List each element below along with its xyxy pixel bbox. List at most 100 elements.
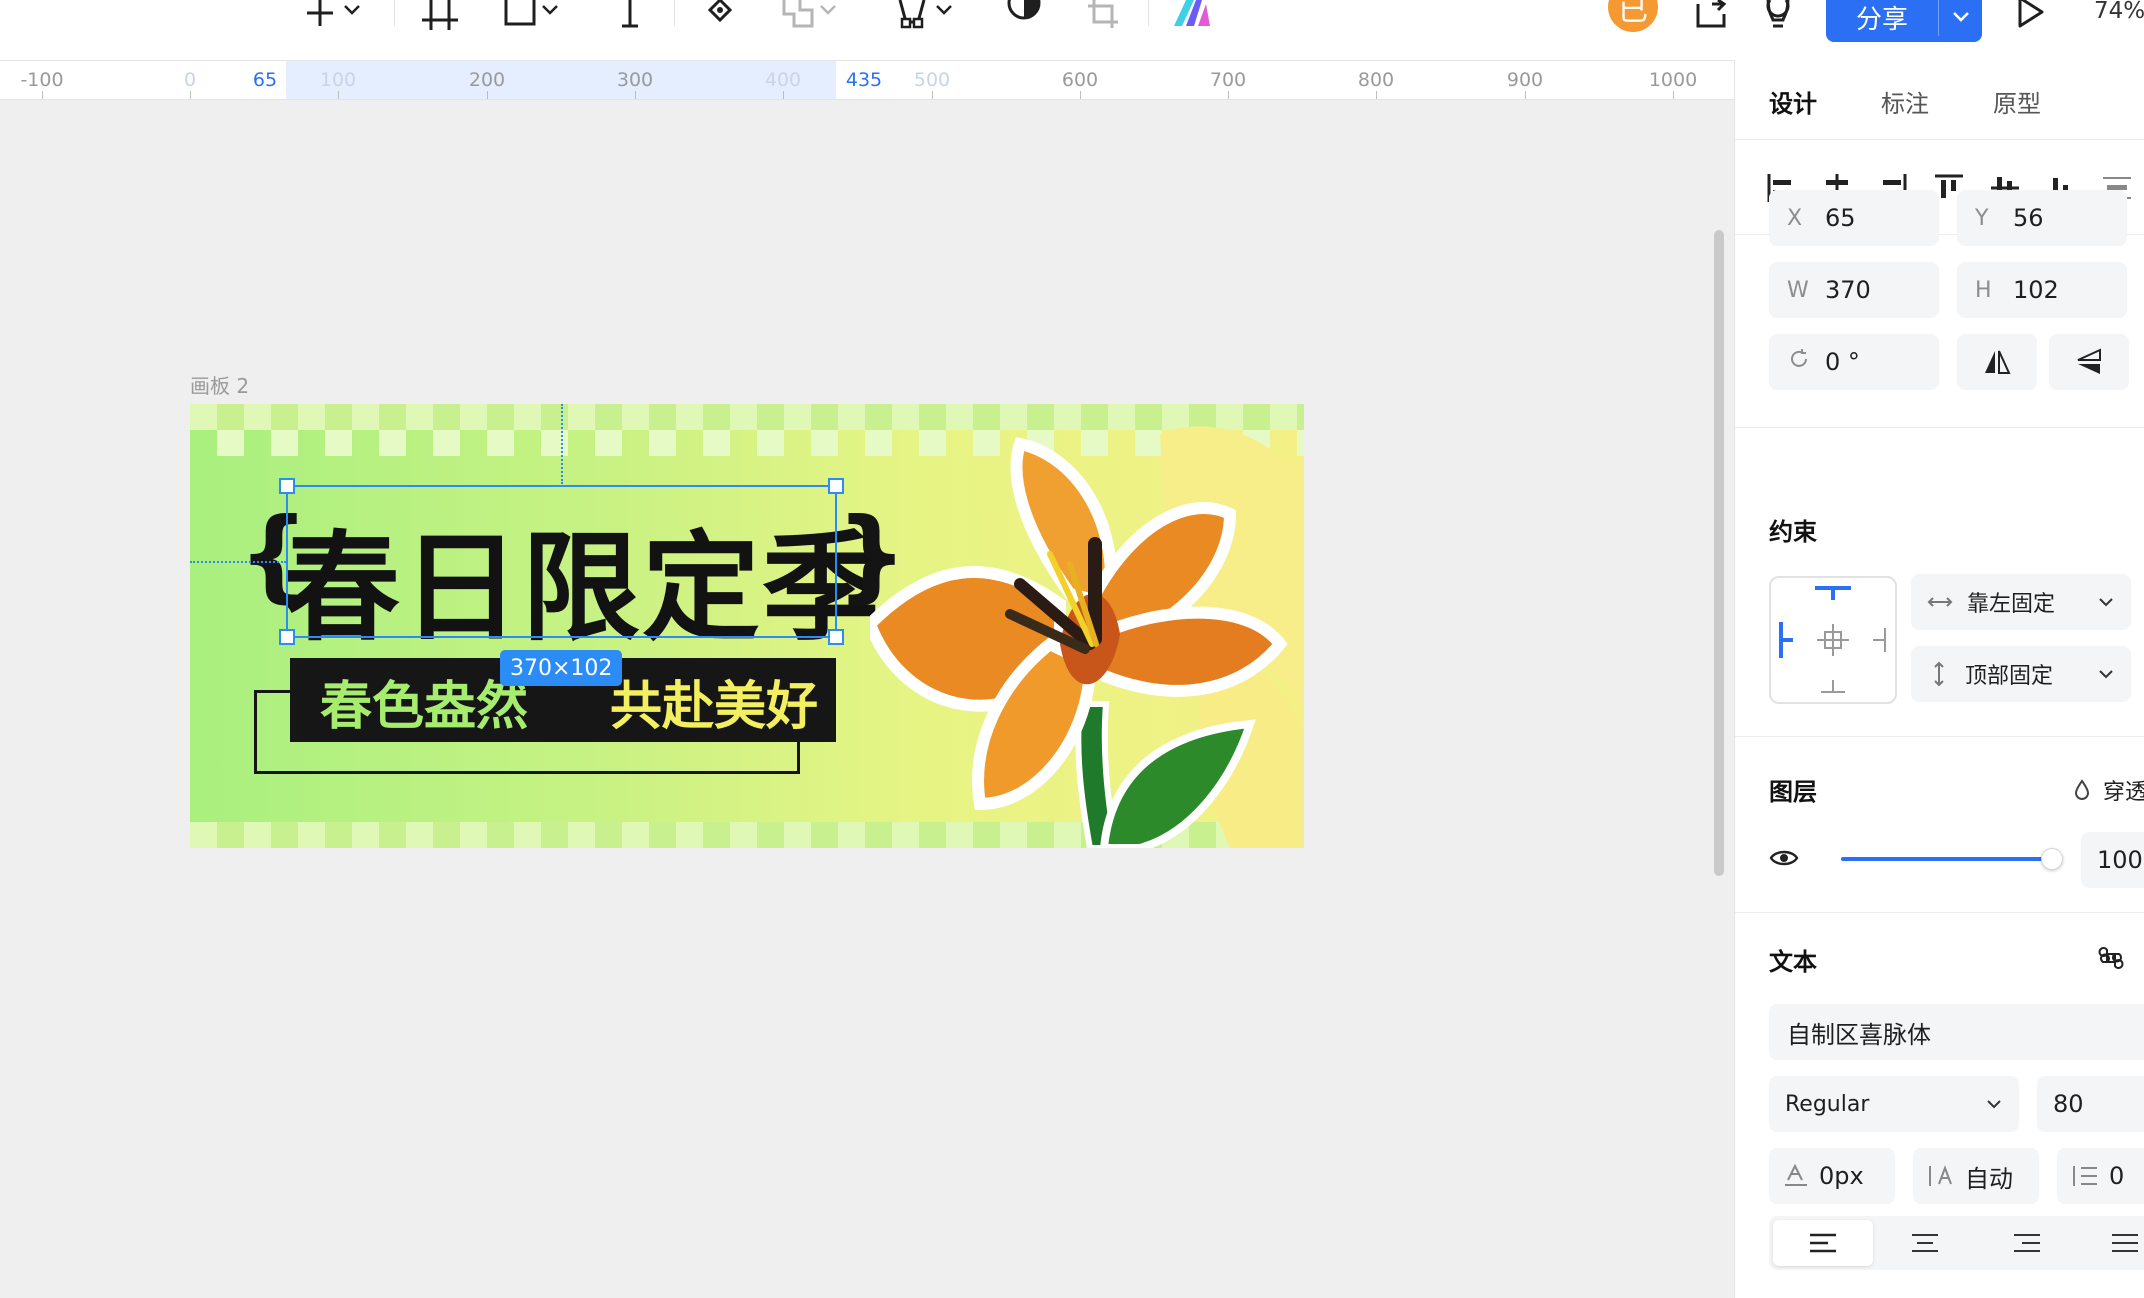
letter-spacing-field[interactable]: 0px: [1769, 1148, 1895, 1204]
vertical-constraint-dropdown[interactable]: 顶部固定: [1911, 646, 2131, 702]
vector-tool-button[interactable]: [892, 0, 956, 30]
line-height-field[interactable]: 自动: [1913, 1148, 2039, 1204]
resize-handle-top-left[interactable]: [279, 478, 295, 494]
shape-tool-button[interactable]: [502, 0, 562, 30]
chevron-down-icon: [1952, 12, 1969, 22]
inspiration-button[interactable]: [1760, 0, 1796, 30]
blend-mode-dropdown[interactable]: 穿透: [2073, 774, 2144, 806]
font-family-value[interactable]: 自制区喜脉体: [1787, 1015, 1931, 1050]
panel-tabs: 设计 标注 原型: [1735, 60, 2144, 140]
lily-flower-illustration[interactable]: [870, 404, 1304, 848]
ruler-tick: 400: [764, 69, 802, 91]
half-circle-icon: [1007, 0, 1041, 20]
chevron-down-icon: [2099, 670, 2113, 679]
font-family-field[interactable]: 自制区喜脉体: [1769, 1004, 2144, 1060]
artboard-label[interactable]: 画板 2: [190, 370, 249, 399]
tab-annotation[interactable]: 标注: [1881, 84, 1929, 119]
y-position-field[interactable]: Y 56: [1957, 190, 2127, 246]
x-value[interactable]: 65: [1825, 204, 1856, 232]
rotation-field[interactable]: 0 °: [1769, 334, 1939, 390]
flip-vertical-button[interactable]: [2049, 334, 2129, 390]
h-value[interactable]: 102: [2013, 276, 2059, 304]
export-button[interactable]: [1694, 0, 1730, 30]
text-align-control: [1769, 1216, 2144, 1270]
constraint-widget[interactable]: [1769, 576, 1897, 704]
text-align-justify-icon: [2112, 1234, 2138, 1252]
ruler-tick: 600: [1061, 69, 1099, 91]
share-button[interactable]: 分享: [1826, 0, 1982, 42]
text-align-center-button[interactable]: [1875, 1220, 1975, 1266]
horizontal-constraint-dropdown[interactable]: 靠左固定: [1911, 574, 2131, 630]
chevron-down-icon: [2099, 598, 2113, 607]
opacity-slider-knob[interactable]: [2041, 848, 2063, 870]
alignment-guide-horizontal: [190, 561, 286, 563]
chevron-down-icon: [542, 5, 558, 15]
ruler-tick: 100: [319, 69, 357, 91]
canvas-vertical-scrollbar[interactable]: [1714, 230, 1724, 876]
preview-button[interactable]: [2012, 0, 2048, 30]
constraint-diagram-icon: [1779, 586, 1886, 693]
layer-section-title: 图层: [1769, 778, 1817, 806]
zoom-level[interactable]: 74%: [2094, 0, 2144, 24]
crop-tool-button[interactable]: [1084, 0, 1124, 30]
text-align-left-button[interactable]: [1773, 1220, 1873, 1266]
tab-design[interactable]: 设计: [1769, 84, 1817, 119]
line-height-value[interactable]: 自动: [1965, 1159, 2013, 1194]
flip-horizontal-button[interactable]: [1957, 334, 2037, 390]
ai-logo-icon: [1174, 0, 1210, 26]
frame-tool-button[interactable]: [422, 0, 458, 30]
boolean-tool-button[interactable]: [780, 0, 840, 30]
text-style-icon[interactable]: [2097, 944, 2125, 972]
text-align-justify-button[interactable]: [2075, 1220, 2144, 1266]
width-field[interactable]: W 370: [1769, 262, 1939, 318]
add-tool-button[interactable]: [300, 0, 364, 30]
user-avatar[interactable]: 已: [1608, 0, 1658, 32]
share-label[interactable]: 分享: [1826, 0, 1938, 42]
visibility-eye-icon[interactable]: [1769, 846, 1799, 870]
font-weight-value: Regular: [1785, 1091, 1870, 1117]
mask-tool-button[interactable]: [1004, 0, 1044, 30]
x-position-field[interactable]: X 65: [1769, 190, 1939, 246]
text-tool-button[interactable]: [612, 0, 648, 30]
x-label: X: [1787, 205, 1803, 231]
opacity-field[interactable]: 100: [2081, 832, 2144, 888]
font-weight-dropdown[interactable]: Regular: [1769, 1076, 2019, 1132]
share-options-button[interactable]: [1939, 0, 1982, 42]
horizontal-ruler: -100 0 65 100 200 300 400 435 500 600 70…: [0, 60, 1734, 100]
font-size-value[interactable]: 80: [2053, 1090, 2084, 1118]
paragraph-spacing-field[interactable]: 0: [2057, 1148, 2144, 1204]
text-align-right-icon: [2014, 1234, 2040, 1252]
text-align-right-button[interactable]: [1977, 1220, 2077, 1266]
paragraph-spacing-value[interactable]: 0: [2109, 1162, 2124, 1190]
blend-mode-value: 穿透: [2103, 780, 2144, 805]
resize-handle-top-right[interactable]: [828, 478, 844, 494]
subtitle-right-text[interactable]: 共赴美好: [610, 664, 818, 739]
ruler-tick: 300: [616, 69, 654, 91]
tab-prototype[interactable]: 原型: [1993, 84, 2041, 119]
resize-handle-bottom-left[interactable]: [279, 629, 295, 645]
plus-icon: [307, 0, 333, 26]
horizontal-constraint-value: 靠左固定: [1967, 592, 2056, 617]
subtitle-left-text[interactable]: 春色盎然: [320, 664, 528, 739]
ruler-tick-selection-end: 435: [845, 69, 883, 91]
rotate-icon: [1787, 347, 1825, 377]
rectangle-icon: [504, 0, 536, 26]
play-icon: [2018, 0, 2044, 28]
rotation-value[interactable]: 0 °: [1825, 348, 1860, 376]
chevron-down-icon: [1987, 1100, 2001, 1109]
line-height-icon: [1929, 1165, 1952, 1186]
selection-size-badge: 370×102: [500, 650, 623, 686]
opacity-value[interactable]: 100: [2097, 846, 2143, 874]
opacity-slider-track[interactable]: [1841, 857, 2049, 861]
component-tool-button[interactable]: [700, 0, 740, 30]
height-field[interactable]: H 102: [1957, 262, 2127, 318]
selection-bounding-box[interactable]: [279, 478, 844, 645]
letter-spacing-value[interactable]: 0px: [1819, 1162, 1864, 1190]
font-size-field[interactable]: 80: [2037, 1076, 2144, 1132]
drop-icon: [2074, 779, 2090, 800]
resize-handle-bottom-right[interactable]: [828, 629, 844, 645]
ai-plugin-button[interactable]: [1172, 0, 1212, 30]
y-value[interactable]: 56: [2013, 204, 2044, 232]
component-icon: [707, 0, 733, 23]
w-value[interactable]: 370: [1825, 276, 1871, 304]
